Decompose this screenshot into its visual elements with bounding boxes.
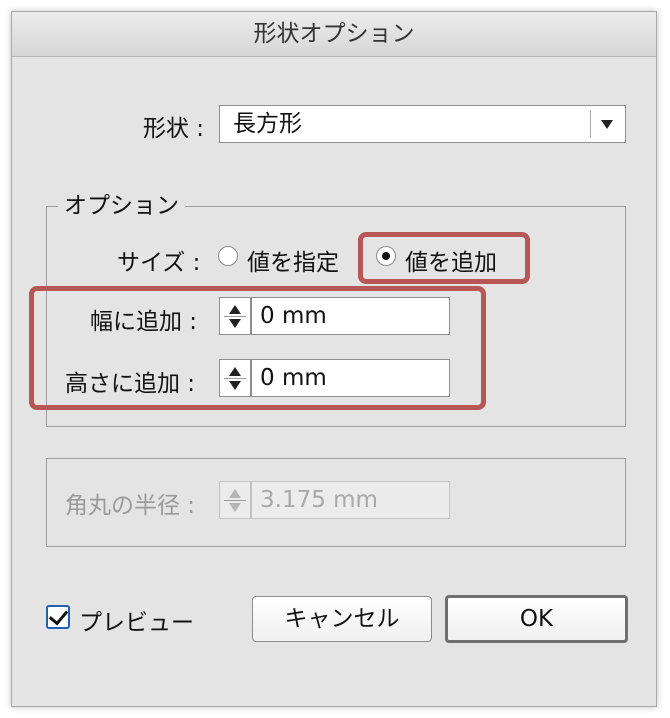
arrow-up-icon[interactable] xyxy=(229,305,241,314)
corner-radius-input: 3.175 mm xyxy=(251,481,450,519)
corner-radius-label: 角丸の半径 : xyxy=(65,493,196,519)
shape-options-dialog: 形状オプション 形状 : 長方形 オプション サイズ : 値を指定 値を追加 幅… xyxy=(11,11,657,707)
preview-label[interactable]: プレビュー xyxy=(79,603,194,637)
stepper-divider xyxy=(224,316,246,317)
width-stepper[interactable] xyxy=(219,297,251,335)
arrow-down-icon[interactable] xyxy=(229,381,241,390)
dialog-title: 形状オプション xyxy=(12,12,656,57)
arrow-down-icon[interactable] xyxy=(229,319,241,328)
cancel-button[interactable]: キャンセル xyxy=(252,596,432,642)
radio-add-value[interactable] xyxy=(376,246,396,266)
chevron-down-icon[interactable] xyxy=(601,120,613,129)
size-label: サイズ : xyxy=(117,250,201,276)
shape-select-value: 長方形 xyxy=(233,111,302,137)
width-input[interactable]: 0 mm xyxy=(251,297,450,335)
height-label: 高さに追加 : xyxy=(65,371,196,397)
corner-radius-stepper xyxy=(219,481,251,519)
width-label: 幅に追加 : xyxy=(90,309,198,335)
arrow-up-icon[interactable] xyxy=(229,367,241,376)
preview-checkbox[interactable] xyxy=(46,605,70,629)
stepper-divider xyxy=(224,378,246,379)
radio-add-label[interactable]: 値を追加 xyxy=(405,243,497,277)
arrow-down-icon xyxy=(229,503,241,512)
options-legend: オプション xyxy=(58,192,185,220)
arrow-up-icon xyxy=(229,489,241,498)
select-divider xyxy=(590,110,591,138)
height-input[interactable]: 0 mm xyxy=(251,359,450,397)
radio-specify-label[interactable]: 値を指定 xyxy=(247,243,339,277)
ok-button[interactable]: OK xyxy=(445,595,628,643)
shape-select[interactable]: 長方形 xyxy=(219,105,626,143)
stepper-divider xyxy=(224,500,246,501)
height-stepper[interactable] xyxy=(219,359,251,397)
radio-specify-value[interactable] xyxy=(218,246,238,266)
shape-label: 形状 : xyxy=(143,116,205,142)
